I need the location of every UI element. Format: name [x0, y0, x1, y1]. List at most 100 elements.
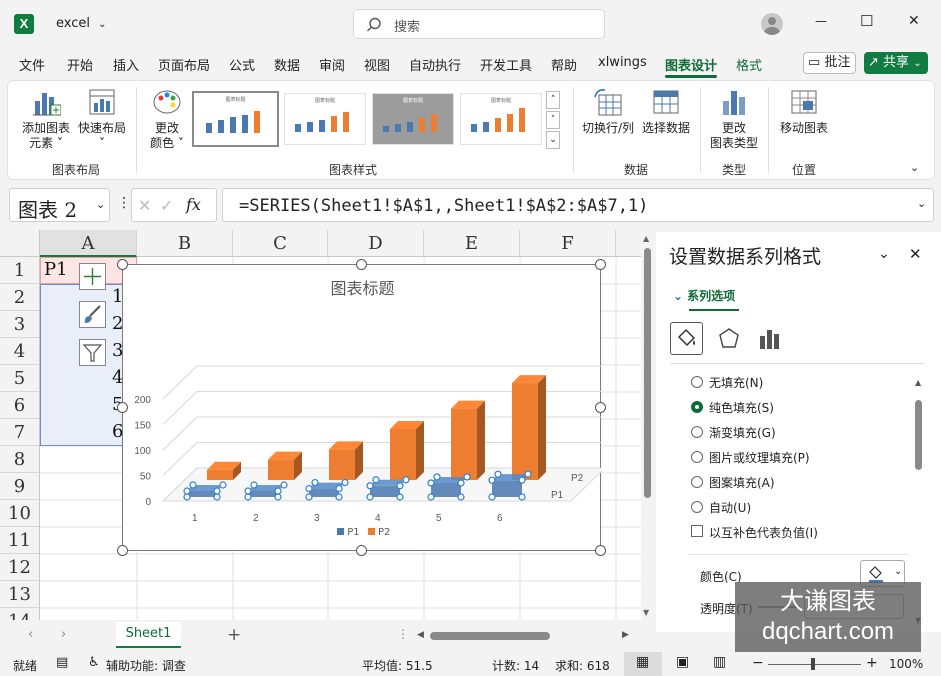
resize-handle[interactable]: [595, 402, 606, 413]
name-box[interactable]: 图表 2 ⌄: [9, 188, 110, 222]
chart-elements-button[interactable]: [79, 263, 106, 290]
enter-icon[interactable]: ✓: [160, 196, 173, 215]
chevron-down-icon[interactable]: ⌄: [917, 197, 926, 210]
bar-p1[interactable]: [370, 485, 400, 497]
radio-gradient-fill[interactable]: [691, 426, 703, 438]
select-data-button[interactable]: 选择数据: [638, 87, 694, 136]
row-header-9[interactable]: 9: [0, 473, 40, 500]
move-chart-button[interactable]: 移动图表: [774, 87, 834, 136]
comment-button[interactable]: ▭ 批注: [803, 52, 856, 74]
chart-legend[interactable]: P1 P2: [337, 527, 390, 538]
menu-page-layout[interactable]: 页面布局: [158, 55, 210, 74]
minimize-button[interactable]: —: [815, 14, 827, 28]
more-options-icon[interactable]: ⋮: [117, 195, 131, 211]
row-header-8[interactable]: 8: [0, 446, 40, 473]
app-name-dropdown[interactable]: excel ⌄: [56, 16, 107, 31]
resize-handle[interactable]: [117, 402, 128, 413]
menu-developer[interactable]: 开发工具: [480, 55, 532, 74]
zoom-level[interactable]: 100%: [889, 657, 923, 671]
page-break-view-icon[interactable]: ▥: [713, 654, 726, 670]
menu-view[interactable]: 视图: [364, 55, 390, 74]
column-header-d[interactable]: D: [328, 230, 424, 257]
insert-function-button[interactable]: fx: [186, 195, 201, 214]
normal-view-button[interactable]: ▦: [624, 652, 662, 676]
spreadsheet-grid[interactable]: A B C D E F 1 2 3 4 5 6 7 8 9 10 11 12 1…: [0, 230, 641, 620]
radio-solid-fill[interactable]: [691, 401, 703, 413]
row-header-5[interactable]: 5: [0, 365, 40, 392]
close-window-button[interactable]: ✕: [908, 13, 920, 29]
menu-format[interactable]: 格式: [736, 55, 762, 74]
page-layout-view-icon[interactable]: ▣: [676, 654, 689, 670]
menu-insert[interactable]: 插入: [113, 55, 139, 74]
scroll-thumb[interactable]: [644, 248, 651, 498]
gallery-scroll-down-button[interactable]: ˅: [546, 111, 560, 129]
fill-line-tab[interactable]: [670, 322, 703, 355]
bar-p1[interactable]: [309, 488, 339, 497]
resize-handle[interactable]: [595, 259, 606, 270]
scroll-down-icon[interactable]: ▼: [643, 608, 649, 617]
menu-formulas[interactable]: 公式: [229, 55, 255, 74]
change-colors-button[interactable]: 更改 颜色 ˅: [144, 87, 190, 151]
series-options-tab-icon[interactable]: [757, 326, 783, 352]
close-pane-button[interactable]: ✕: [909, 245, 922, 263]
select-all-corner[interactable]: [0, 230, 40, 257]
switch-row-column-button[interactable]: 切换行/列: [580, 87, 636, 136]
row-header-13[interactable]: 13: [0, 581, 40, 608]
menu-file[interactable]: 文件: [19, 55, 45, 74]
change-chart-type-button[interactable]: 更改 图表类型: [706, 87, 762, 151]
account-avatar-icon[interactable]: [761, 13, 783, 35]
scroll-up-icon[interactable]: ▲: [915, 378, 921, 387]
status-average[interactable]: 平均值: 51.5: [362, 657, 433, 674]
column-header-e[interactable]: E: [424, 230, 520, 257]
accessibility-icon[interactable]: ♿: [88, 655, 100, 670]
status-sum[interactable]: 求和: 618: [555, 657, 610, 674]
menu-home[interactable]: 开始: [67, 55, 93, 74]
share-button[interactable]: ↗ 共享 ⌄: [864, 52, 928, 74]
bar-p1[interactable]: [248, 491, 278, 497]
checkbox-invert-negative[interactable]: [691, 525, 703, 537]
macro-record-icon[interactable]: ▤: [56, 655, 68, 670]
row-header-10[interactable]: 10: [0, 500, 40, 527]
cancel-icon[interactable]: ✕: [138, 196, 151, 215]
sheet-vertical-scrollbar[interactable]: ▲ ▼: [641, 230, 656, 622]
zoom-in-button[interactable]: +: [866, 655, 878, 671]
menu-automate[interactable]: 自动执行: [409, 55, 461, 74]
row-header-11[interactable]: 11: [0, 527, 40, 554]
menu-xlwings[interactable]: xlwings: [598, 55, 647, 70]
row-header-14[interactable]: 14: [0, 608, 40, 620]
resize-handle[interactable]: [117, 545, 128, 556]
bar-p1[interactable]: [187, 491, 217, 497]
maximize-button[interactable]: ☐: [860, 12, 873, 30]
row-header-3[interactable]: 3: [0, 311, 40, 338]
pane-scroll-thumb[interactable]: [915, 400, 922, 470]
bar-p1[interactable]: [431, 482, 461, 497]
row-header-6[interactable]: 6: [0, 392, 40, 419]
tab-options-icon[interactable]: ⋮: [397, 627, 409, 641]
ribbon-collapse-icon[interactable]: ⌄: [910, 161, 919, 174]
cell-a1[interactable]: P1: [44, 259, 68, 280]
resize-handle[interactable]: [356, 259, 367, 270]
add-sheet-button[interactable]: +: [227, 625, 241, 645]
chart-style-thumb-3[interactable]: 图表标题: [372, 93, 454, 145]
resize-handle[interactable]: [356, 545, 367, 556]
bar-p1[interactable]: [492, 480, 522, 497]
chart-style-thumb-2[interactable]: 图表标题: [284, 93, 366, 145]
chart-plot-area[interactable]: 0 50 100 150 200 1 2 3 4 5 6 P1 P2: [123, 265, 602, 552]
chart-style-thumb-1[interactable]: 图表标题: [192, 91, 279, 147]
zoom-out-button[interactable]: −: [752, 655, 764, 671]
radio-no-fill[interactable]: [691, 376, 703, 388]
row-header-7[interactable]: 7: [0, 419, 40, 446]
column-header-f[interactable]: F: [520, 230, 616, 257]
chart-filters-button[interactable]: [79, 339, 106, 366]
pane-options-chevron-icon[interactable]: ⌄: [878, 246, 890, 262]
gallery-scroll-up-button[interactable]: ˄: [546, 91, 560, 109]
horizontal-scroll-thumb[interactable]: [430, 632, 550, 640]
column-header-c[interactable]: C: [233, 230, 328, 257]
sheet-tab-sheet1[interactable]: Sheet1: [116, 622, 181, 648]
column-header-g[interactable]: [616, 230, 641, 257]
gallery-more-button[interactable]: ⌄: [546, 131, 560, 149]
zoom-slider-thumb[interactable]: [811, 658, 815, 670]
prev-sheet-icon[interactable]: ‹: [28, 627, 33, 642]
add-chart-element-button[interactable]: 添加图表 元素 ˅: [20, 87, 72, 151]
menu-help[interactable]: 帮助: [551, 55, 577, 74]
